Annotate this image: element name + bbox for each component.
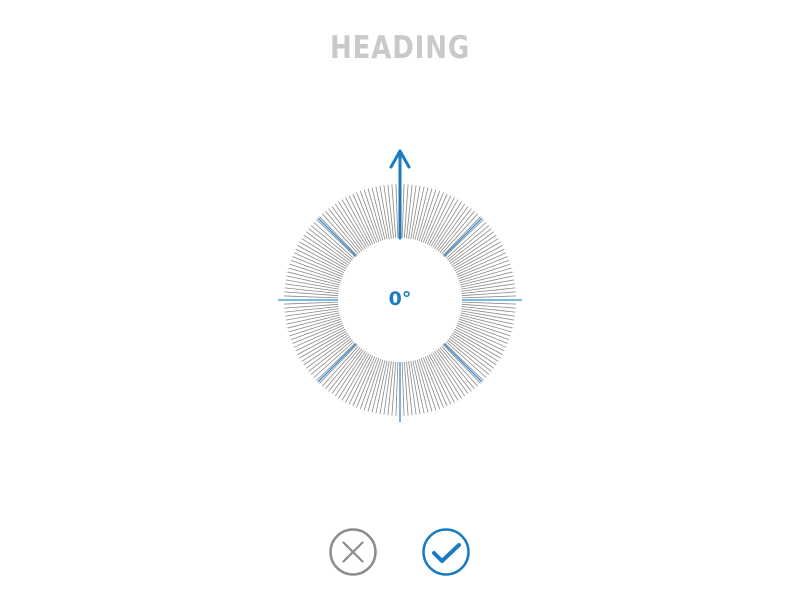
dial-tick — [414, 360, 429, 413]
heading-dialog: HEADING 0° — [0, 0, 800, 600]
dial-tick — [284, 295, 339, 299]
dial-tick — [395, 361, 399, 416]
heading-value: 0° — [388, 288, 412, 310]
dial-tick — [460, 314, 513, 329]
close-circle-icon — [329, 528, 377, 576]
compass-rose[interactable] — [270, 140, 530, 430]
dial-tick — [395, 184, 399, 239]
cancel-button[interactable] — [328, 527, 378, 577]
dial-tick — [284, 301, 339, 305]
dial-tick — [371, 360, 386, 413]
confirm-button[interactable] — [421, 527, 471, 577]
check-circle-icon — [422, 528, 470, 576]
dial-tick — [287, 314, 340, 329]
heading-dial[interactable] — [270, 140, 530, 430]
cardinal-ticks — [278, 217, 522, 422]
dial-tick — [460, 271, 513, 286]
dial-tick — [401, 184, 405, 239]
page-title: HEADING — [329, 30, 471, 66]
dial-tick — [461, 295, 516, 299]
dial-tick — [461, 301, 516, 305]
dial-tick — [414, 187, 429, 240]
dial-tick — [287, 271, 340, 286]
dial-tick — [371, 187, 386, 240]
north-arrow-icon — [389, 149, 411, 240]
dial-tick — [401, 361, 405, 416]
